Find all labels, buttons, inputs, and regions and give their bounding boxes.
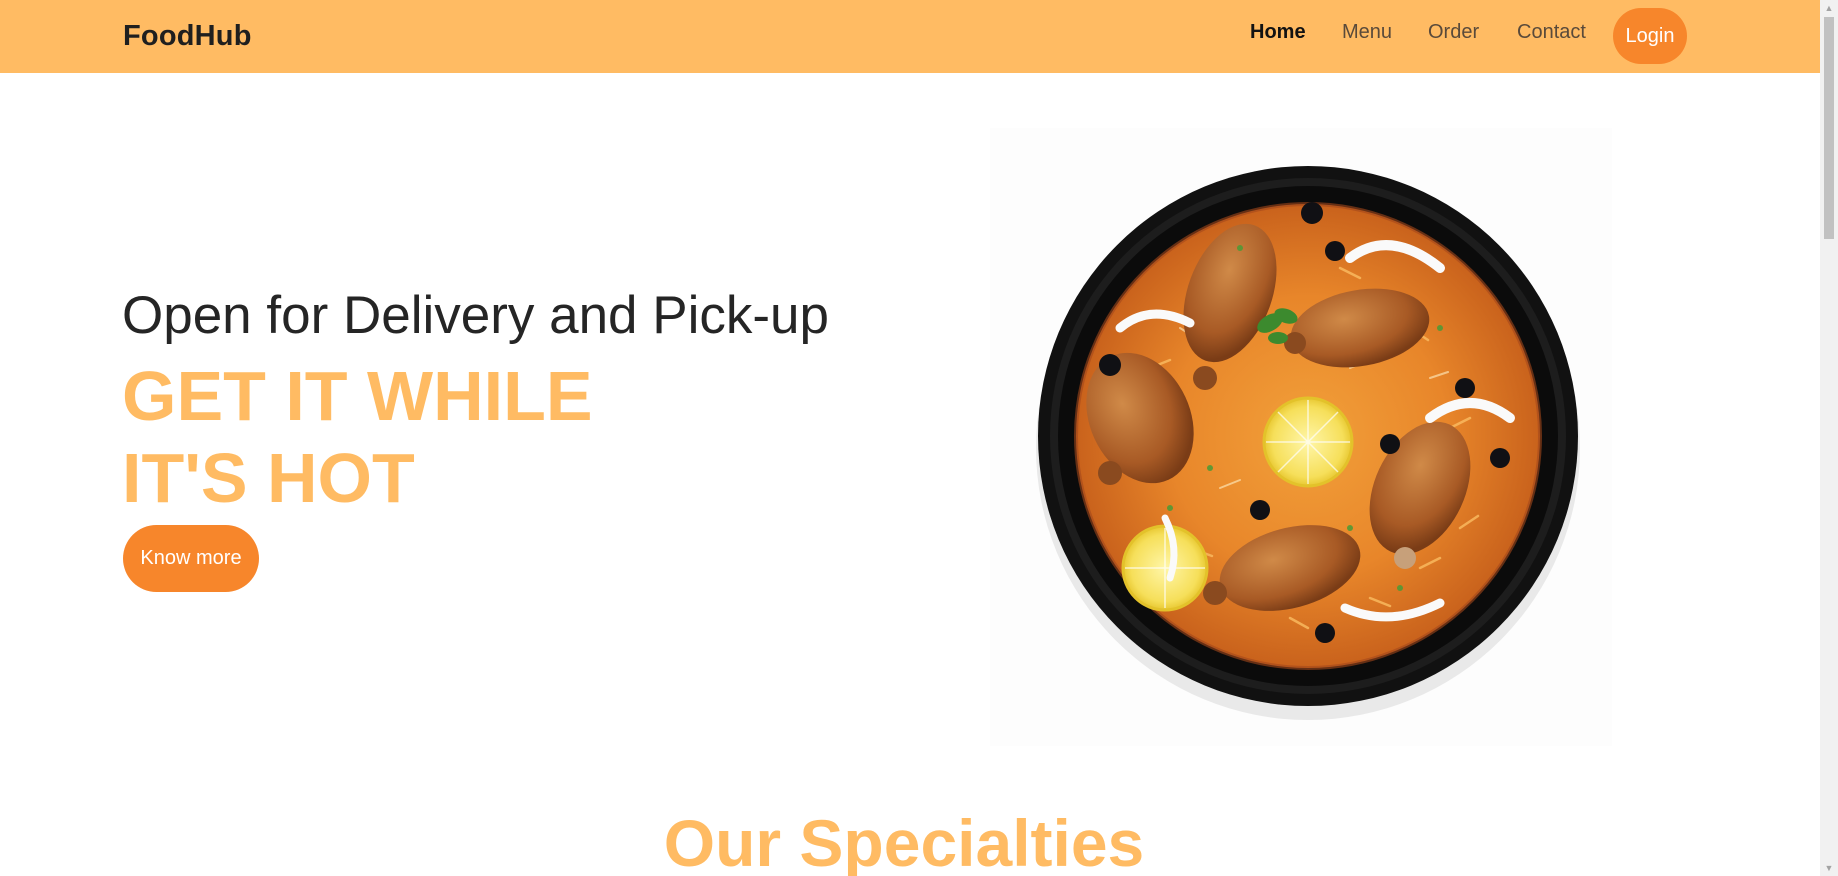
nav-link-order[interactable]: Order (1428, 21, 1479, 44)
know-more-button[interactable]: Know more (123, 525, 259, 592)
specialties-title: Our Specialties (663, 806, 1145, 876)
navbar: FoodHub Home Menu Order Contact Login (0, 0, 1820, 73)
scrollbar-thumb[interactable] (1824, 17, 1834, 239)
nav-link-home[interactable]: Home (1250, 21, 1306, 44)
page: FoodHub Home Menu Order Contact Login Op… (0, 0, 1820, 876)
vertical-scrollbar[interactable]: ▲ ▼ (1820, 0, 1838, 876)
nav-link-contact[interactable]: Contact (1517, 21, 1586, 44)
browser-viewport: FoodHub Home Menu Order Contact Login Op… (0, 0, 1838, 876)
hero-title-line-1: GET IT WHILE (122, 357, 593, 435)
brand-logo[interactable]: FoodHub (123, 20, 252, 53)
hero-subtitle: Open for Delivery and Pick-up (122, 286, 829, 345)
login-button[interactable]: Login (1613, 8, 1687, 64)
nav-link-menu[interactable]: Menu (1342, 21, 1392, 44)
triangle-down-icon[interactable]: ▼ (1820, 860, 1838, 876)
hero-title-line-2: IT'S HOT (122, 439, 415, 517)
hero-title: GET IT WHILE IT'S HOT (122, 355, 593, 519)
triangle-up-icon[interactable]: ▲ (1820, 0, 1838, 16)
biryani-dish-image (990, 128, 1612, 746)
